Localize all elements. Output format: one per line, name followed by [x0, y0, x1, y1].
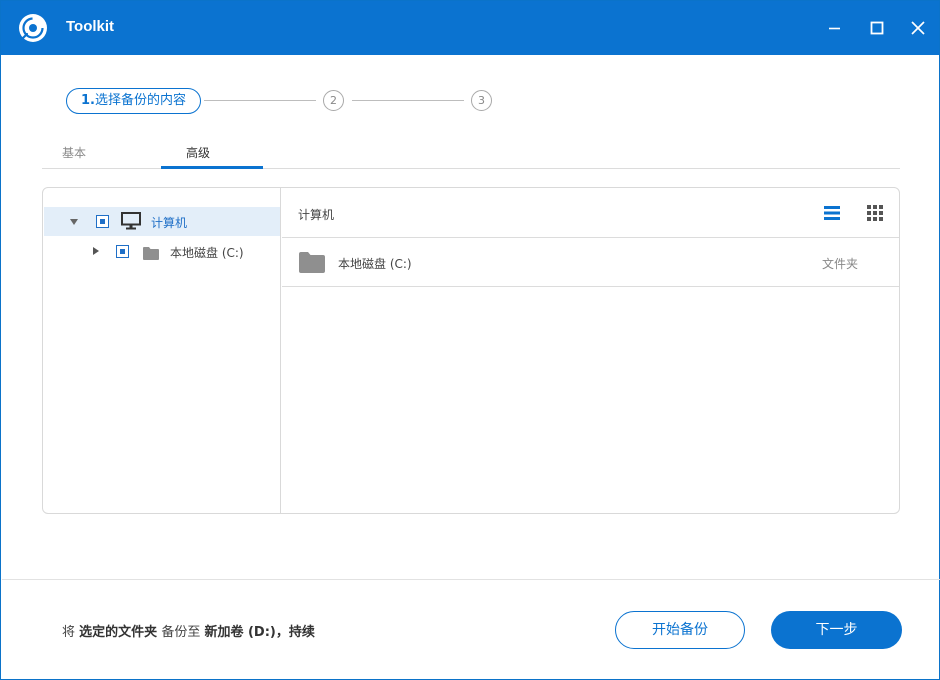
active-tab-indicator — [161, 166, 263, 169]
list-view-icon — [824, 206, 840, 220]
step-connector — [352, 100, 464, 101]
app-title: Toolkit — [66, 18, 115, 35]
step-connector — [204, 100, 316, 101]
minimize-button[interactable] — [824, 17, 846, 39]
folder-icon — [143, 245, 159, 264]
tab-basic[interactable]: 基本 — [62, 144, 86, 161]
app-window: Toolkit 1.选择备份的内容 2 3 基本 高级 计算机 本地磁盘 (C:… — [0, 0, 940, 680]
title-bar: Toolkit — [1, 1, 939, 55]
file-type: 文件夹 — [822, 257, 859, 271]
local-disk-c-checkbox[interactable] — [116, 245, 129, 258]
maximize-button[interactable] — [866, 17, 888, 39]
folder-icon — [299, 252, 325, 277]
step-3-circle: 3 — [471, 90, 492, 111]
current-path: 计算机 — [298, 208, 335, 222]
file-list-row[interactable]: 本地磁盘 (C:) 文件夹 — [282, 239, 899, 287]
folder-content: 计算机 本地磁盘 (C:) 文件夹 — [282, 188, 899, 513]
close-button[interactable] — [907, 17, 929, 39]
grid-view-button[interactable] — [866, 204, 884, 222]
step-1-label: 选择备份的内容 — [94, 93, 186, 108]
list-view-button[interactable] — [823, 204, 841, 222]
file-browser-panel: 计算机 本地磁盘 (C:) 计算机 本地磁盘 (C:) 文件夹 — [42, 187, 900, 514]
summary-prefix: 将 — [62, 625, 76, 640]
path-bar: 计算机 — [282, 188, 899, 238]
next-step-button[interactable]: 下一步 — [771, 611, 902, 649]
file-name: 本地磁盘 (C:) — [338, 257, 412, 271]
backup-disc-logo-icon — [18, 13, 48, 43]
summary-suffix: ，持续 — [275, 625, 315, 640]
tree-item-label: 计算机 — [151, 216, 188, 230]
tree-item-computer[interactable]: 计算机 — [44, 207, 280, 236]
close-icon — [911, 21, 925, 35]
summary-source: 选定的文件夹 — [79, 625, 158, 640]
tree-item-label: 本地磁盘 (C:) — [170, 246, 244, 260]
backup-summary: 将 选定的文件夹 备份至 新加卷 (D:)，持续 — [62, 621, 315, 640]
step-2-circle: 2 — [323, 90, 344, 111]
footer-divider — [2, 579, 940, 580]
minimize-icon — [829, 27, 840, 30]
step-1-current: 1.选择备份的内容 — [66, 88, 201, 114]
monitor-icon — [120, 211, 142, 235]
computer-checkbox[interactable] — [96, 215, 109, 228]
grid-view-icon — [867, 205, 883, 221]
summary-target: 新加卷 (D:) — [204, 625, 276, 640]
tab-advanced[interactable]: 高级 — [186, 144, 210, 161]
start-backup-button[interactable]: 开始备份 — [615, 611, 745, 649]
expand-arrow-icon[interactable] — [93, 247, 99, 255]
summary-middle: 备份至 — [161, 625, 201, 640]
folder-tree: 计算机 本地磁盘 (C:) — [43, 188, 281, 513]
collapse-arrow-icon[interactable] — [70, 219, 78, 225]
maximize-icon — [870, 21, 884, 35]
step-1-number: 1. — [81, 93, 95, 108]
tree-item-local-disk-c[interactable]: 本地磁盘 (C:) — [44, 237, 280, 266]
